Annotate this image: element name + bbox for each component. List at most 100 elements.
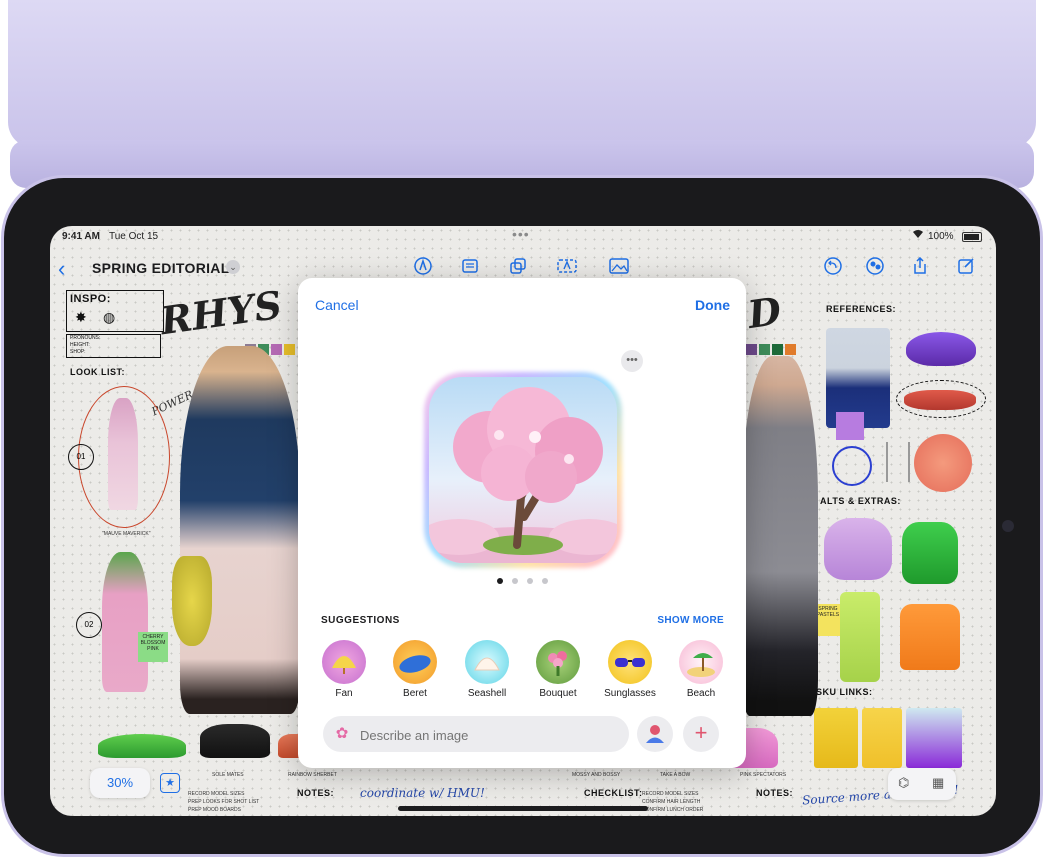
- look-number-badge: 02: [76, 612, 102, 638]
- cancel-button[interactable]: Cancel: [315, 297, 359, 313]
- person-icon: [646, 725, 664, 743]
- checklist-item[interactable]: PREP LOOKS FOR SHOT LIST: [188, 798, 259, 806]
- checklist-item[interactable]: PREP MOOD BOARDS: [188, 806, 259, 814]
- page-dot[interactable]: [542, 578, 548, 584]
- notes-label-left: NOTES:: [297, 788, 335, 798]
- generated-image-preview[interactable]: [429, 377, 617, 563]
- image-playground-icon: ✿: [335, 725, 349, 742]
- suggestion-beret[interactable]: Beret: [385, 640, 445, 699]
- prompt-field[interactable]: ✿: [323, 716, 629, 752]
- look-list-label: LOOK LIST:: [70, 367, 125, 377]
- inspo-label: INSPO:: [70, 293, 111, 305]
- zoom-level-button[interactable]: 30%: [90, 768, 150, 798]
- sku-card[interactable]: [906, 708, 962, 768]
- page-dot[interactable]: [527, 578, 533, 584]
- home-indicator[interactable]: [398, 806, 648, 811]
- checklist-item[interactable]: CONFIRM HAIR LENGTH: [642, 798, 703, 806]
- checklist-item[interactable]: RECORD MODEL SIZES: [642, 790, 703, 798]
- sticky-note-purple[interactable]: [836, 412, 864, 440]
- flower-photo[interactable]: [914, 434, 972, 492]
- sku-card[interactable]: [814, 708, 858, 768]
- battery-icon: [962, 232, 982, 242]
- title-menu-chevron-icon[interactable]: ⌄: [226, 260, 240, 274]
- color-swatch: [271, 344, 282, 355]
- look-number-badge: 01: [68, 444, 94, 470]
- black-shoes-image[interactable]: [200, 724, 270, 758]
- add-button[interactable]: +: [683, 716, 719, 752]
- back-chevron-icon[interactable]: ‹: [58, 256, 65, 282]
- collaborate-icon[interactable]: [865, 257, 885, 277]
- front-camera: [1002, 520, 1014, 532]
- more-options-icon[interactable]: •••: [621, 350, 643, 372]
- handwritten-note-left: coordinate w/ HMU!: [360, 786, 485, 800]
- green-shoes-image[interactable]: [98, 734, 186, 758]
- page-dot[interactable]: [512, 578, 518, 584]
- plus-icon: +: [694, 720, 708, 745]
- inspo-box: INSPO: ✸ ◍: [66, 290, 164, 332]
- sticky-note-cherry[interactable]: CHERRY BLOSSOM PINK: [138, 632, 168, 662]
- done-button[interactable]: Done: [695, 297, 730, 313]
- pen-tool-icon[interactable]: [413, 257, 433, 277]
- suggestion-seashell[interactable]: Seashell: [457, 640, 517, 699]
- star-burst-icon: ✸: [75, 309, 87, 325]
- model-photo-01[interactable]: [108, 398, 138, 510]
- text-box-icon[interactable]: [557, 257, 577, 277]
- describe-image-input[interactable]: [358, 724, 622, 746]
- sku-card[interactable]: [862, 708, 902, 768]
- page-indicator[interactable]: [497, 578, 549, 586]
- seashell-icon: [465, 640, 509, 684]
- sunglasses-icon: [608, 640, 652, 684]
- color-swatch: [785, 344, 796, 355]
- person-button[interactable]: [637, 716, 673, 752]
- beach-icon: [679, 640, 723, 684]
- red-sunglasses-image[interactable]: [904, 390, 976, 410]
- pronouns-label: PRONOUNS:: [70, 335, 101, 341]
- page-dot-active[interactable]: [497, 578, 503, 584]
- color-swatch: [746, 344, 757, 355]
- cherry-blossom-tree-image: [429, 387, 617, 563]
- suggestion-label: Beach: [686, 688, 716, 699]
- notes-label-right: NOTES:: [756, 788, 794, 798]
- suggestion-fan[interactable]: Fan: [314, 640, 374, 699]
- globe-icon: ◍: [103, 309, 116, 325]
- checklist-left: RECORD MODEL SIZES PREP LOOKS FOR SHOT L…: [188, 790, 259, 814]
- share-icon[interactable]: [910, 256, 930, 277]
- suggestion-label: Seashell: [467, 688, 507, 699]
- sticky-note-icon[interactable]: [460, 257, 480, 277]
- document-title[interactable]: SPRING EDITORIAL: [92, 260, 230, 276]
- media-icon[interactable]: [609, 257, 629, 277]
- model-photo-right[interactable]: [742, 356, 818, 716]
- checklist-item[interactable]: RECORD MODEL SIZES: [188, 790, 259, 798]
- purple-bag-image[interactable]: [824, 518, 892, 580]
- wifi-icon: [912, 229, 924, 242]
- undo-icon[interactable]: [823, 257, 843, 277]
- beret-icon: [393, 640, 437, 684]
- fan-icon: [322, 640, 366, 684]
- favorite-star-icon[interactable]: ★: [160, 773, 180, 793]
- battery-percent: 100%: [928, 231, 954, 242]
- model-photo-main[interactable]: [180, 346, 300, 714]
- suggestion-label: Sunglasses: [604, 688, 656, 699]
- bouquet-icon: [536, 640, 580, 684]
- model-photo-02[interactable]: [102, 552, 148, 692]
- suggestion-beach[interactable]: Beach: [671, 640, 731, 699]
- green-pants-image[interactable]: [840, 592, 880, 682]
- show-more-button[interactable]: SHOW MORE: [657, 615, 724, 626]
- green-bag-image[interactable]: [902, 522, 958, 584]
- multitasking-dots-icon[interactable]: •••: [512, 226, 530, 242]
- purple-sunglasses-image[interactable]: [906, 332, 976, 366]
- new-board-icon[interactable]: [956, 257, 976, 277]
- caption-rainbow-sherbet: RAINBOW SHERBET: [288, 772, 337, 778]
- orange-top-image[interactable]: [900, 604, 960, 670]
- suggestion-bouquet[interactable]: Bouquet: [528, 640, 588, 699]
- suggestion-sunglasses[interactable]: Sunglasses: [600, 640, 660, 699]
- grid-icon[interactable]: ▦: [932, 775, 944, 791]
- yellow-bag-image[interactable]: [172, 556, 212, 646]
- lanyard-image[interactable]: [832, 446, 872, 486]
- earrings-image[interactable]: [886, 442, 910, 482]
- diagram-icon[interactable]: ⌬: [898, 775, 909, 791]
- checklist-label: CHECKLIST:: [584, 788, 643, 798]
- shapes-icon[interactable]: [508, 257, 528, 277]
- color-swatch: [284, 344, 295, 355]
- checklist-item[interactable]: CONFIRM LUNCH ORDER: [642, 806, 703, 814]
